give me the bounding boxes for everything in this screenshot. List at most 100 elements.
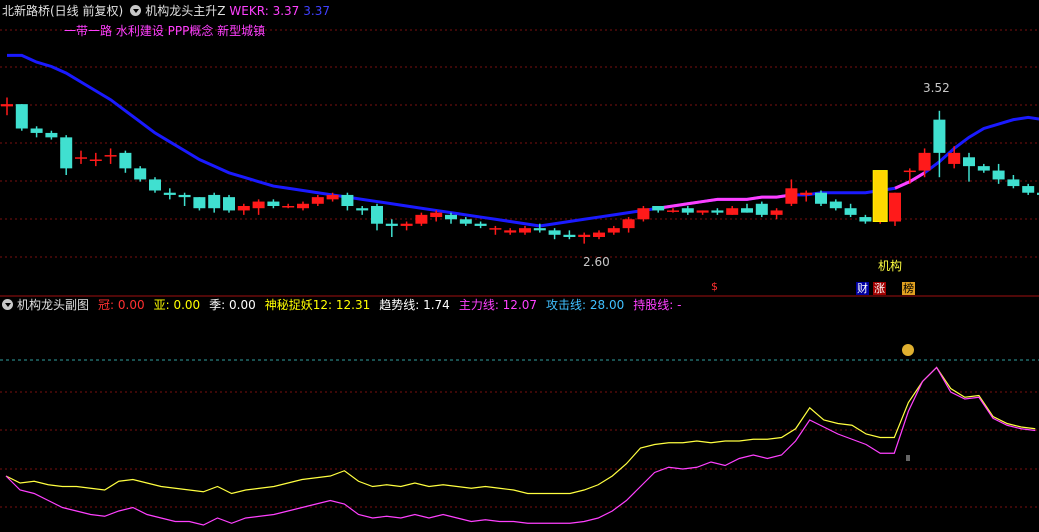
sub-chart-header: 机构龙头副图 冠: 0.00 亚: 0.00 季: 0.00 神秘捉妖12: 12.31… xyxy=(2,297,689,313)
candle-body xyxy=(119,152,132,169)
sub-indicator-values: 冠: 0.00 亚: 0.00 季: 0.00 神秘捉妖12: 12.31 趋势线: 1… xyxy=(93,298,685,312)
candle-body xyxy=(445,214,457,220)
candle-body xyxy=(992,170,1005,180)
candle-body xyxy=(815,192,827,204)
candle-body xyxy=(563,234,576,237)
wekr-label: WEKR: 3.37 xyxy=(229,4,300,18)
candle-body xyxy=(504,230,517,233)
candle-body xyxy=(297,203,309,209)
sub-indicator-item: 趋势线: 1.74 xyxy=(379,298,450,312)
candle-body xyxy=(519,228,531,233)
candle-body xyxy=(829,201,842,209)
candle-body xyxy=(726,208,739,215)
candle-body xyxy=(918,152,931,171)
candle-body xyxy=(45,132,58,138)
jigou-label: 机构 xyxy=(878,259,903,273)
candle-body xyxy=(903,170,916,173)
candle-body xyxy=(60,137,73,169)
candle-body xyxy=(89,159,102,161)
candle-body xyxy=(252,201,265,209)
candle-body xyxy=(533,228,546,231)
signal-segment xyxy=(657,193,792,210)
sub-chart-title[interactable]: 机构龙头副图 xyxy=(17,298,89,312)
candle-body xyxy=(548,230,561,235)
candle-body xyxy=(948,152,961,164)
candle-body xyxy=(667,210,679,212)
candle-body xyxy=(459,219,472,224)
sub-indicator-item: 冠: 0.00 xyxy=(98,298,145,312)
money-bag-icon xyxy=(902,344,914,356)
sub-series-line xyxy=(5,366,1036,526)
sub-settings-icon[interactable] xyxy=(2,299,13,310)
candle-body xyxy=(844,208,857,215)
candle-body xyxy=(977,166,990,171)
settings-dropdown-icon[interactable] xyxy=(130,5,142,16)
candle-body xyxy=(474,223,487,226)
candle-body xyxy=(267,201,280,206)
stock-title[interactable]: 北新路桥(日线 前复权) xyxy=(2,4,123,18)
candle-body xyxy=(889,192,901,222)
candle-body xyxy=(785,188,798,204)
candle-body xyxy=(149,179,161,191)
candle-body xyxy=(489,228,502,230)
candle-body xyxy=(430,212,443,218)
candle-body xyxy=(223,197,235,211)
institution-bar xyxy=(872,170,888,222)
candle-body xyxy=(859,217,872,222)
candle-body xyxy=(711,210,724,213)
candle-body xyxy=(163,192,176,195)
candle-body xyxy=(607,228,620,233)
candle-body xyxy=(104,155,117,157)
candle-body xyxy=(1,104,13,107)
candle-body xyxy=(800,192,813,195)
candle-body xyxy=(400,223,413,226)
candle-body xyxy=(681,208,694,213)
candle-body xyxy=(652,206,665,211)
dollar-marker: $ xyxy=(711,280,718,293)
candle-body xyxy=(637,208,650,220)
sub-indicator-item: 持股线: - xyxy=(633,298,682,312)
candle-body xyxy=(341,194,354,206)
candle-body xyxy=(1007,179,1020,187)
candle-body xyxy=(933,119,946,153)
candle-body xyxy=(578,234,591,237)
candle-body xyxy=(741,208,753,213)
candle-body xyxy=(963,157,975,167)
zhang-badge[interactable]: 涨 xyxy=(873,282,886,295)
candle-body xyxy=(755,203,768,215)
candle-body xyxy=(237,206,250,211)
candle-body xyxy=(415,214,428,224)
candle-body xyxy=(193,197,206,209)
candle-body xyxy=(178,194,191,198)
candle-body xyxy=(75,157,87,159)
candle-body xyxy=(371,206,383,224)
sub-indicator-item: 亚: 0.00 xyxy=(153,298,201,312)
candle-body xyxy=(326,194,339,200)
candle-body xyxy=(282,206,295,208)
candle-body xyxy=(15,104,28,129)
cai-badge[interactable]: 财 xyxy=(856,282,869,295)
candle-body xyxy=(622,219,635,229)
candle-body xyxy=(385,223,398,226)
main-chart-header: 北新路桥(日线 前复权) 机构龙头主升Z WEKR: 3.37 3.37 xyxy=(2,3,334,19)
candle-body xyxy=(311,197,324,204)
candle-body xyxy=(134,168,147,180)
chart-stage: 北新路桥(日线 前复权) 机构龙头主升Z WEKR: 3.37 3.37 一带一路 水… xyxy=(0,0,1039,528)
wekr-value: 3.37 xyxy=(303,4,331,18)
candle-body xyxy=(208,194,221,209)
candle-body xyxy=(593,232,605,237)
candle-body xyxy=(696,210,709,213)
small-volume-mark xyxy=(906,455,910,461)
candle-body xyxy=(770,210,783,215)
high-price-label: 3.52 xyxy=(923,81,950,95)
sub-indicator-item: 主力线: 12.07 xyxy=(458,298,538,312)
sub-indicator-item: 攻击线: 28.00 xyxy=(546,298,625,312)
indicator-name[interactable]: 机构龙头主升Z xyxy=(145,4,225,18)
sub-indicator-item: 季: 0.00 xyxy=(209,298,256,312)
concept-tags: 一带一路 水利建设 PPP概念 新型城镇 xyxy=(64,24,266,38)
sub-indicator-item: 神秘捉妖12: 12.31 xyxy=(264,298,371,312)
low-price-label: 2.60 xyxy=(583,255,610,269)
candle-body xyxy=(1022,186,1035,193)
bang-badge[interactable]: 榜 xyxy=(902,282,915,295)
candle-body xyxy=(30,128,43,133)
